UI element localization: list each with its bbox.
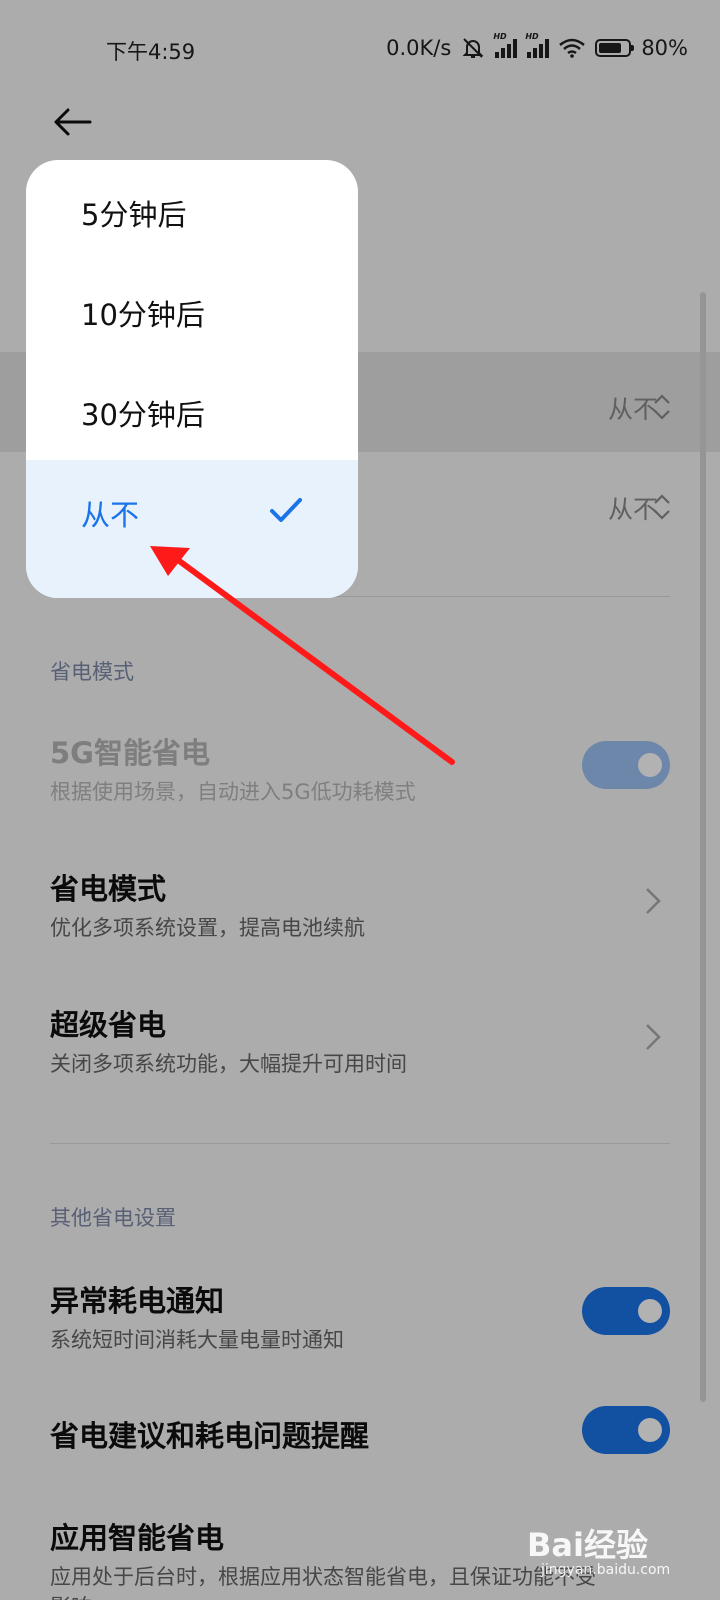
annotation-arrow-icon xyxy=(150,546,455,765)
settings-screen: 下午4:59 0.0K/s HD HD 80% 从不 从不 省电模式 5G智能省… xyxy=(0,0,720,1600)
baidu-watermark-logo: Bai经验 jingyan.baidu.com xyxy=(527,1526,671,1578)
